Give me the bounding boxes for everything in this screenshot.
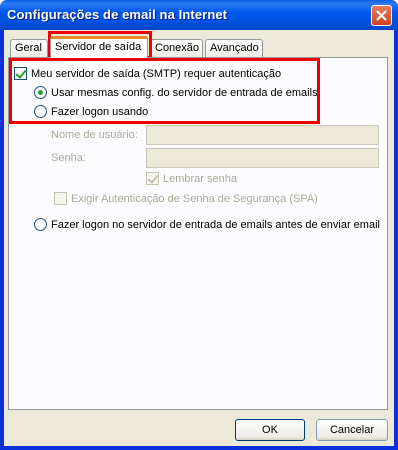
close-icon (376, 10, 387, 21)
window-title: Configurações de email na Internet (7, 7, 228, 22)
spa-row[interactable]: Exigir Autenticação de Senha de Seguranç… (54, 192, 318, 205)
spa-checkbox[interactable] (54, 192, 67, 205)
tab-geral[interactable]: Geral (10, 39, 48, 57)
log-on-incoming-first-row[interactable]: Fazer logon no servidor de entrada de em… (34, 218, 380, 231)
dialog-window: Configurações de email na Internet Geral… (0, 0, 398, 450)
cancel-button[interactable]: Cancelar (316, 419, 388, 441)
remember-password-checkbox[interactable] (146, 172, 159, 185)
tab-avancado[interactable]: Avançado (205, 39, 263, 57)
tab-conexao[interactable]: Conexão (150, 39, 203, 57)
password-label: Senha: (51, 152, 86, 164)
log-on-incoming-first-label: Fazer logon no servidor de entrada de em… (51, 218, 380, 231)
log-on-incoming-first-radio[interactable] (34, 218, 47, 231)
ok-button[interactable]: OK (235, 419, 305, 441)
password-field[interactable] (146, 148, 379, 168)
remember-password-row[interactable]: Lembrar senha (146, 172, 237, 185)
tab-servidor-de-saida[interactable]: Servidor de saída (50, 36, 148, 58)
auth-highlight-box (9, 58, 320, 124)
tab-strip: Geral Servidor de saída Conexão Avançado (8, 36, 388, 58)
close-button[interactable] (371, 5, 392, 26)
username-label: Nome de usuário: (51, 129, 138, 141)
spa-label: Exigir Autenticação de Senha de Seguranç… (71, 192, 318, 205)
tab-panel: Meu servidor de saída (SMTP) requer aute… (8, 57, 388, 410)
dialog-client-area: Geral Servidor de saída Conexão Avançado… (4, 30, 394, 446)
title-bar[interactable]: Configurações de email na Internet (0, 0, 398, 30)
remember-password-label: Lembrar senha (163, 172, 237, 185)
username-field[interactable] (146, 125, 379, 145)
